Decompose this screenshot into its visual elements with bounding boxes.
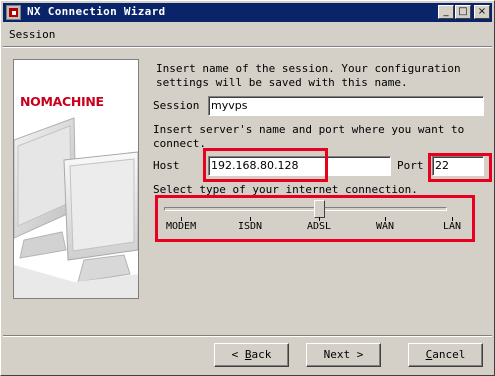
session-input[interactable] xyxy=(211,98,479,113)
nx-connection-wizard-window: NX Connection Wizard _ □ × Session NOMAC… xyxy=(0,0,495,376)
cancel-label-rest: ancel xyxy=(432,348,466,361)
next-label: Next xyxy=(323,348,351,361)
maximize-button[interactable]: □ xyxy=(455,5,471,19)
back-mnemonic: B xyxy=(244,348,252,361)
nx-app-icon[interactable] xyxy=(6,5,21,20)
next-button[interactable]: Next > xyxy=(306,343,381,367)
minimize-button[interactable]: _ xyxy=(438,5,454,19)
back-label-rest: ack xyxy=(251,348,272,361)
session-label: Session xyxy=(153,99,200,112)
monitors-illustration xyxy=(14,117,138,298)
session-intro-line-1: Insert name of the session. Your configu… xyxy=(156,62,461,75)
session-intro-line-2: settings will be saved with this name. xyxy=(156,76,408,89)
back-arrow-icon: < xyxy=(231,348,239,361)
connection-highlight-box xyxy=(155,195,475,242)
back-button[interactable]: < Back xyxy=(214,343,289,367)
session-field[interactable] xyxy=(208,96,484,116)
server-intro-line-2: connect. xyxy=(153,137,206,150)
next-arrow-icon: > xyxy=(356,348,364,361)
header-divider xyxy=(3,46,492,48)
port-highlight-box xyxy=(428,153,492,182)
section-title: Session xyxy=(9,28,56,41)
footer-divider xyxy=(3,335,492,337)
cancel-button[interactable]: Cancel xyxy=(408,343,483,367)
side-banner: NOMACHINE xyxy=(13,59,139,299)
section-header: Session xyxy=(1,24,494,46)
host-label: Host xyxy=(153,159,180,172)
close-button[interactable]: × xyxy=(474,5,490,19)
host-highlight-box xyxy=(203,148,328,182)
port-label: Port xyxy=(397,159,424,172)
title-bar[interactable]: NX Connection Wizard _ □ × xyxy=(3,3,492,22)
server-intro-line-1: Insert server's name and port where you … xyxy=(153,123,465,136)
window-title: NX Connection Wizard xyxy=(27,5,166,18)
